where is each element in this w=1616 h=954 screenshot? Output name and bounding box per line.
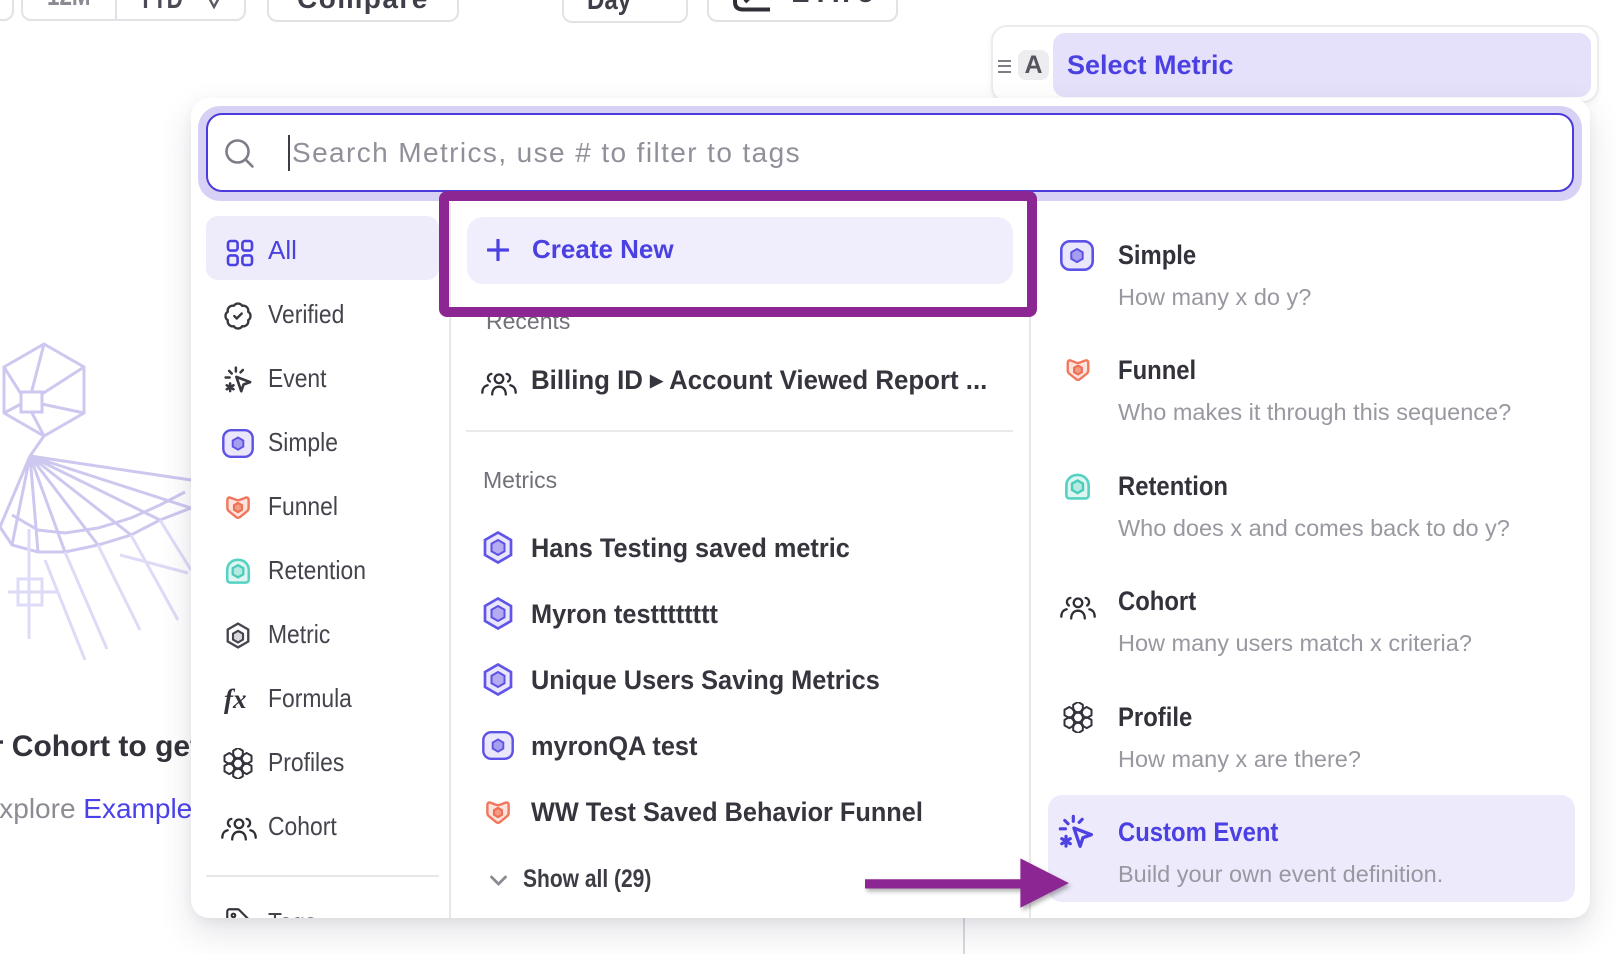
svg-text:fx: fx xyxy=(224,684,247,714)
